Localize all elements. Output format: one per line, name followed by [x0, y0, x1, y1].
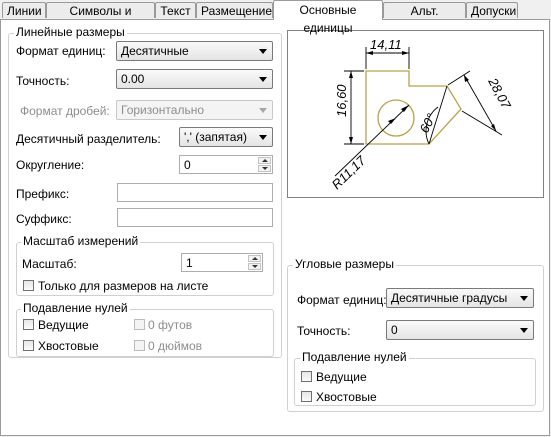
decimal-separator-value: ',' (запятая) [184, 130, 247, 144]
decimal-separator-label: Десятичный разделитель: [16, 132, 161, 146]
chevron-down-icon [520, 328, 528, 333]
round-off-spinner[interactable]: 0 [179, 155, 273, 174]
tab-symbols-arrows[interactable]: Символы и стрелки [46, 2, 155, 34]
scale-spinner[interactable]: 1 [181, 253, 263, 272]
dim-angle-text: 60° [416, 111, 438, 135]
angular-unit-format-label: Формат единиц: [297, 293, 387, 307]
precision-value: 0.00 [121, 72, 145, 86]
prefix-input[interactable] [117, 183, 273, 202]
angular-leading-zeros-label: Ведущие [316, 370, 367, 384]
chevron-down-icon [259, 49, 267, 54]
trailing-zeros-label: Хвостовые [38, 339, 99, 353]
scale-label: Масштаб: [22, 257, 77, 271]
angular-leading-zeros-checkbox[interactable] [301, 371, 312, 382]
angular-zero-suppression-title: Подавление нулей [300, 350, 409, 364]
angular-trailing-zeros-label: Хвостовые [316, 390, 377, 404]
angular-dimensions-title: Угловые размеры [293, 257, 396, 271]
chevron-down-icon [259, 77, 267, 82]
spinner-buttons [258, 157, 271, 172]
tab-lines[interactable]: Линии [2, 2, 46, 18]
angular-trailing-zeros-checkbox[interactable] [301, 391, 312, 402]
zero-feet-checkbox[interactable] [134, 319, 145, 330]
decimal-separator-select[interactable]: ',' (запятая) [179, 127, 273, 147]
tab-bar: Линии Символы и стрелки Текст Размещение… [0, 0, 551, 35]
precision-select[interactable]: 0.00 [116, 69, 273, 89]
leading-zeros-checkbox[interactable] [23, 319, 34, 330]
fraction-format-value: Горизонтально [121, 103, 205, 117]
layout-only-label: Только для размеров на листе [38, 279, 209, 293]
zero-inches-label: 0 дюймов [148, 339, 203, 353]
dim-radius-text: R11,17 [329, 152, 369, 192]
chevron-down-icon [259, 135, 267, 140]
suffix-label: Суффикс: [16, 212, 72, 226]
linear-dimensions-title: Линейные размеры [14, 25, 127, 39]
tab-fit[interactable]: Размещение [196, 2, 273, 18]
angular-precision-select[interactable]: 0 [386, 320, 534, 340]
round-off-label: Округление: [16, 158, 85, 172]
angular-unit-format-select[interactable]: Десятичные градусы [386, 288, 534, 308]
tab-alternate-units[interactable]: Альт. единицы [383, 2, 466, 34]
spin-up-icon[interactable] [258, 157, 271, 164]
spin-down-icon[interactable] [258, 165, 271, 172]
tab-primary-units[interactable]: Основные единицы [273, 0, 383, 35]
unit-format-select[interactable]: Десятичные [116, 41, 273, 61]
zero-suppression-title: Подавление нулей [21, 301, 130, 315]
suffix-input[interactable] [117, 208, 273, 227]
round-off-value: 0 [184, 158, 191, 172]
spin-down-icon[interactable] [248, 263, 261, 270]
fraction-format-label: Формат дробей: [20, 104, 110, 118]
zero-feet-label: 0 футов [148, 318, 193, 332]
dimension-preview: 14,11 16,60 28,07 60° R11,17 [287, 30, 544, 198]
angular-unit-format-value: Десятичные градусы [391, 291, 508, 305]
angular-precision-label: Точность: [297, 324, 351, 338]
scale-value: 1 [186, 256, 193, 270]
chevron-down-icon [259, 108, 267, 113]
precision-label: Точность: [16, 74, 70, 88]
spinner-buttons [248, 255, 261, 270]
trailing-zeros-checkbox[interactable] [23, 340, 34, 351]
angular-precision-value: 0 [391, 323, 398, 337]
tab-tolerances[interactable]: Допуски [466, 2, 518, 18]
leading-zeros-label: Ведущие [38, 318, 89, 332]
zero-inches-checkbox[interactable] [134, 340, 145, 351]
fraction-format-select[interactable]: Горизонтально [116, 100, 273, 120]
dim-right-text: 28,07 [485, 74, 514, 111]
unit-format-label: Формат единиц: [16, 44, 106, 58]
dim-top-text: 14,11 [370, 37, 402, 52]
chevron-down-icon [520, 296, 528, 301]
tab-text[interactable]: Текст [155, 2, 196, 18]
measurement-scale-title: Масштаб измерений [21, 234, 141, 248]
unit-format-value: Десятичные [121, 44, 189, 58]
layout-only-checkbox[interactable] [23, 280, 34, 291]
preview-drawing: 14,11 16,60 28,07 60° R11,17 [329, 37, 515, 192]
dim-left-text: 16,60 [334, 84, 349, 117]
prefix-label: Префикс: [16, 187, 70, 201]
spin-up-icon[interactable] [248, 255, 261, 262]
